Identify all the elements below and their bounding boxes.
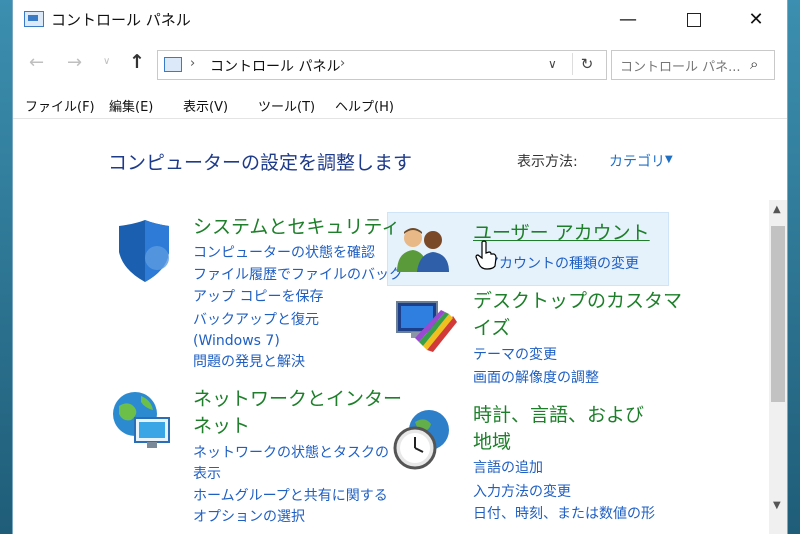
category-network-internet-line2[interactable]: ネット (193, 413, 250, 440)
menu-bar: ファイル(F) 編集(E) 表示(V) ツール(T) ヘルプ(H) (13, 92, 787, 118)
category-personalization-line2[interactable]: イズ (473, 315, 510, 342)
clock-globe-icon[interactable] (391, 406, 457, 472)
category-clock-region-line2[interactable]: 地域 (473, 429, 511, 456)
link-check-status[interactable]: コンピューターの状態を確認 (193, 243, 375, 264)
window-title: コントロール パネル (51, 11, 191, 29)
back-button[interactable]: ← (29, 52, 44, 73)
category-clock-region-line1[interactable]: 時計、言語、および (473, 402, 644, 429)
desktop-background-left (0, 0, 12, 534)
maximize-button[interactable] (671, 6, 717, 34)
up-button[interactable]: ↑ (129, 51, 145, 73)
link-backup-restore-cont[interactable]: (Windows 7) (193, 331, 280, 352)
menu-view[interactable]: 表示(V) (183, 96, 228, 115)
link-homegroup-cont[interactable]: オプションの選択 (193, 507, 305, 528)
scroll-down-button[interactable]: ▼ (773, 500, 781, 511)
hand-cursor-icon (475, 240, 497, 270)
menu-edit[interactable]: 編集(E) (109, 96, 153, 115)
link-file-history-cont[interactable]: アップ コピーを保存 (193, 287, 323, 308)
refresh-button[interactable]: ↻ (572, 53, 601, 75)
desktop-background-right (786, 0, 800, 534)
category-network-internet-line1[interactable]: ネットワークとインター (193, 386, 402, 413)
page-title: コンピューターの設定を調整します (108, 152, 413, 174)
search-icon[interactable]: ⌕ (750, 55, 758, 73)
maximize-icon (687, 13, 701, 27)
title-bar[interactable]: コントロール パネル — ✕ (13, 0, 787, 40)
menu-divider (13, 118, 787, 119)
link-file-history[interactable]: ファイル履歴でファイルのバック (193, 265, 403, 286)
link-adjust-resolution[interactable]: 画面の解像度の調整 (473, 368, 599, 389)
breadcrumb-separator[interactable]: › (340, 56, 345, 71)
link-change-input-methods[interactable]: 入力方法の変更 (473, 482, 571, 503)
link-troubleshoot[interactable]: 問題の発見と解決 (193, 352, 305, 373)
category-personalization-line1[interactable]: デスクトップのカスタマ (473, 288, 682, 315)
shield-icon[interactable] (111, 218, 177, 284)
monitor-palette-icon[interactable] (393, 296, 459, 354)
control-panel-icon (164, 57, 182, 72)
link-change-date-time-format[interactable]: 日付、時刻、または数値の形 (473, 504, 655, 525)
category-user-accounts[interactable]: ユーザー アカウント (473, 220, 650, 247)
menu-file[interactable]: ファイル(F) (25, 96, 95, 115)
address-bar[interactable]: › コントロール パネル › ∨ ↻ (157, 50, 607, 80)
network-globe-icon[interactable] (109, 388, 177, 454)
link-change-account-type[interactable]: アカウントの種類の変更 (485, 254, 639, 275)
control-panel-window: コントロール パネル — ✕ ← → ∨ ↑ › コントロール パネル › ∨ … (12, 0, 788, 534)
address-dropdown-button[interactable]: ∨ (548, 57, 557, 71)
link-homegroup[interactable]: ホームグループと共有に関する (193, 486, 388, 507)
link-backup-restore[interactable]: バックアップと復元 (193, 310, 319, 331)
link-network-status-cont[interactable]: 表示 (193, 464, 221, 485)
vertical-scrollbar[interactable]: ▲ ▼ (769, 200, 787, 534)
breadcrumb-separator[interactable]: › (190, 56, 195, 71)
search-input[interactable]: コントロール パネ... ⌕ (611, 50, 775, 80)
category-system-security[interactable]: システムとセキュリティ (193, 214, 400, 241)
minimize-button[interactable]: — (605, 6, 651, 34)
menu-help[interactable]: ヘルプ(H) (335, 96, 394, 115)
forward-button[interactable]: → (67, 52, 82, 73)
view-by-label: 表示方法: (517, 154, 578, 170)
recent-locations-button[interactable]: ∨ (103, 56, 110, 67)
close-button[interactable]: ✕ (733, 6, 779, 34)
scroll-thumb[interactable] (771, 226, 785, 402)
users-icon[interactable] (393, 222, 453, 274)
view-by-dropdown[interactable]: カテゴリ (609, 151, 665, 171)
scroll-up-button[interactable]: ▲ (773, 204, 781, 215)
breadcrumb-control-panel[interactable]: コントロール パネル (210, 56, 340, 76)
link-network-status[interactable]: ネットワークの状態とタスクの (193, 443, 389, 464)
chevron-down-icon[interactable]: ▼ (665, 154, 673, 165)
control-panel-icon (24, 11, 44, 27)
link-add-language[interactable]: 言語の追加 (473, 458, 543, 479)
navigation-bar: ← → ∨ ↑ › コントロール パネル › ∨ ↻ コントロール パネ... … (13, 48, 787, 84)
menu-tools[interactable]: ツール(T) (258, 96, 315, 115)
search-placeholder: コントロール パネ... (620, 60, 741, 75)
link-change-theme[interactable]: テーマの変更 (473, 345, 557, 366)
